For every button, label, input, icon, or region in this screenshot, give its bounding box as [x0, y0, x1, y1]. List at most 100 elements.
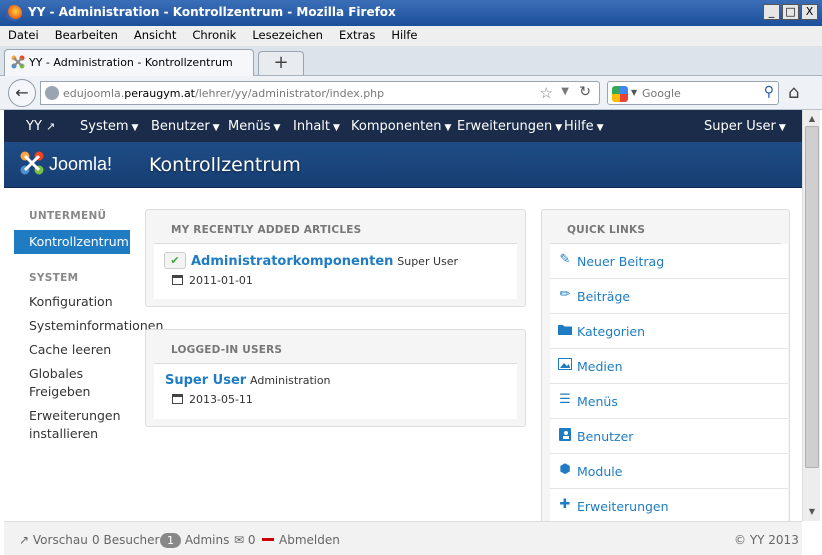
quick-link-module[interactable]: ⬢ Module — [550, 454, 788, 489]
quick-link-erweiterungen[interactable]: ✚ Erweiterungen — [550, 489, 788, 521]
home-icon[interactable]: ⌂ — [788, 82, 799, 103]
preview-link[interactable]: ↗ Vorschau — [19, 533, 88, 547]
article-date: 2011-01-01 — [189, 274, 253, 287]
admin-top-navbar: YY ↗ System ▼ Benutzer ▼ Menüs ▼ Inhalt ▼ Ko… — [4, 110, 802, 142]
menu-chronik[interactable]: Chronik — [184, 26, 244, 46]
search-icon[interactable]: ⚲ — [764, 84, 774, 100]
scroll-down-icon[interactable]: ▼ — [805, 505, 819, 519]
sidebar-item-kontrollzentrum[interactable]: Kontrollzentrum — [14, 230, 130, 254]
published-check-icon[interactable]: ✔ — [164, 252, 186, 269]
calendar-icon — [172, 394, 183, 404]
nav-benutzer[interactable]: Benutzer ▼ — [151, 119, 220, 134]
caret-down-icon: ▼ — [778, 123, 786, 133]
url-bar[interactable]: edujoomla.peraugym.at/lehrer/yy/administ… — [40, 81, 600, 105]
window-title: YY - Administration - Kontrollzentrum - … — [28, 5, 396, 19]
quick-links-panel: QUICK LINKS ✎ Neuer Beitrag ✏ Beiträge K… — [541, 209, 790, 521]
search-engine-dropdown-icon[interactable]: ▼ — [631, 88, 637, 97]
caret-down-icon: ▼ — [131, 123, 139, 133]
caret-down-icon: ▼ — [444, 123, 452, 133]
quick-link-medien[interactable]: Medien — [550, 349, 788, 384]
menu-hilfe[interactable]: Hilfe — [383, 26, 425, 46]
visitors-count: 0 Besucher — [92, 533, 160, 547]
back-button[interactable]: ← — [8, 79, 36, 107]
firefox-logo-icon — [6, 5, 22, 21]
puzzle-icon: ✚ — [559, 497, 571, 512]
caret-down-icon: ▼ — [555, 123, 563, 133]
quick-link-kategorien[interactable]: Kategorien — [550, 314, 788, 349]
list-icon: ☰ — [559, 392, 571, 407]
site-link[interactable]: YY ↗ — [26, 119, 55, 134]
logged-in-users-heading: LOGGED-IN USERS — [171, 344, 283, 356]
joomla-favicon-icon — [11, 55, 25, 69]
minus-icon — [262, 538, 274, 541]
reload-icon[interactable]: ↻ — [579, 84, 591, 100]
menu-lesezeichen[interactable]: Lesezeichen — [244, 26, 331, 46]
sidebar-item-konfiguration[interactable]: Konfiguration — [14, 293, 154, 311]
sidebar-item-globales-freigeben[interactable]: Globales Freigeben — [14, 365, 154, 401]
caret-down-icon: ▼ — [212, 123, 220, 133]
maximize-button[interactable]: □ — [782, 4, 799, 20]
browser-tab[interactable]: YY - Administration - Kontrollzentrum — [4, 49, 254, 76]
copyright: © YY 2013 — [734, 533, 799, 547]
cube-icon: ⬢ — [559, 462, 571, 477]
article-author: Super User — [397, 255, 459, 268]
recent-articles-panel: MY RECENTLY ADDED ARTICLES ✔ Administrato… — [145, 209, 526, 307]
new-tab-button[interactable]: + — [258, 51, 304, 75]
scroll-up-icon[interactable]: ▲ — [805, 112, 819, 126]
back-arrow-icon: ← — [15, 83, 29, 102]
tab-strip: YY - Administration - Kontrollzentrum + — [0, 46, 822, 76]
bookmark-star-icon[interactable]: ☆ — [540, 84, 553, 102]
envelope-icon: ✉ — [234, 533, 245, 547]
nav-hilfe[interactable]: Hilfe ▼ — [564, 119, 604, 134]
page-content: YY ↗ System ▼ Benutzer ▼ Menüs ▼ Inhalt ▼ Ko… — [4, 110, 802, 521]
sidebar-item-systeminformationen[interactable]: Systeminformationen — [14, 317, 163, 335]
page-title: Kontrollzentrum — [149, 154, 301, 176]
quick-links-heading: QUICK LINKS — [567, 224, 646, 236]
article-title-link[interactable]: Administratorkomponenten — [191, 254, 393, 269]
minimize-button[interactable]: _ — [763, 4, 780, 20]
user-menu[interactable]: Super User ▼ — [704, 119, 786, 134]
close-button[interactable]: X — [801, 4, 818, 20]
menu-ansicht[interactable]: Ansicht — [126, 26, 184, 46]
quick-link-neuer-beitrag[interactable]: ✎ Neuer Beitrag — [550, 244, 788, 279]
recent-articles-heading: MY RECENTLY ADDED ARTICLES — [171, 224, 362, 236]
user-name-link[interactable]: Super User — [165, 373, 246, 388]
folder-icon — [558, 323, 572, 337]
tab-title: YY - Administration - Kontrollzentrum — [29, 56, 233, 69]
caret-down-icon: ▼ — [273, 123, 281, 133]
logo-text: Joomla! — [49, 154, 112, 174]
scrollbar-thumb[interactable] — [805, 126, 819, 468]
quick-link-beitraege[interactable]: ✏ Beiträge — [550, 279, 788, 314]
page-scrollbar[interactable]: ▲ ▼ — [802, 110, 820, 521]
menu-bearbeiten[interactable]: Bearbeiten — [47, 26, 126, 46]
nav-erweiterungen[interactable]: Erweiterungen ▼ — [457, 119, 562, 134]
messages-link[interactable]: ✉ 0 — [234, 533, 256, 547]
caret-down-icon: ▼ — [596, 123, 604, 133]
sidebar-item-erweiterungen-installieren[interactable]: Erweiterungen installieren — [14, 407, 154, 443]
sidebar: UNTERMENÜ Kontrollzentrum SYSTEM Konfigu… — [14, 210, 163, 443]
search-input[interactable] — [642, 85, 752, 101]
user-icon — [558, 428, 572, 442]
joomla-logo: Joomla! — [20, 151, 112, 175]
menu-extras[interactable]: Extras — [331, 26, 383, 46]
external-link-icon: ↗ — [46, 120, 56, 133]
user-login-date: 2013-05-11 — [189, 393, 253, 406]
url-dropdown-icon[interactable]: ▼ — [561, 86, 569, 97]
sidebar-heading-system: SYSTEM — [29, 272, 79, 284]
nav-menues[interactable]: Menüs ▼ — [228, 119, 280, 134]
nav-system[interactable]: System ▼ — [80, 119, 138, 134]
admin-status-bar: ↗ Vorschau 0 Besucher 1 Admins ✉ 0 Abmel… — [4, 521, 802, 555]
logged-user-row: Super User Administration 2013-05-11 — [154, 363, 517, 419]
user-role: Administration — [250, 374, 331, 387]
caret-down-icon: ▼ — [333, 123, 340, 133]
url-text: edujoomla.peraugym.at/lehrer/yy/administ… — [63, 87, 385, 100]
nav-komponenten[interactable]: Komponenten ▼ — [351, 119, 451, 134]
menu-datei[interactable]: Datei — [0, 26, 47, 46]
quick-link-menues[interactable]: ☰ Menüs — [550, 384, 788, 419]
sidebar-item-cache-leeren[interactable]: Cache leeren — [14, 341, 154, 359]
google-icon[interactable] — [612, 86, 628, 102]
globe-icon — [45, 86, 59, 100]
quick-link-benutzer[interactable]: Benutzer — [550, 419, 788, 454]
logout-link[interactable]: Abmelden — [262, 533, 340, 547]
nav-inhalt[interactable]: Inhalt ▼ — [293, 119, 340, 134]
